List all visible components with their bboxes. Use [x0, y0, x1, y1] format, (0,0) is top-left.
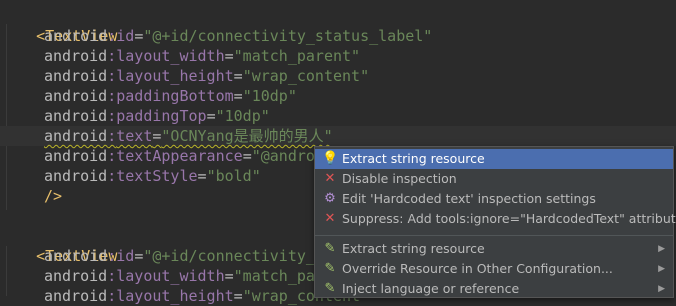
attr-colon: :	[107, 247, 117, 265]
submenu-arrow-icon: ▶	[658, 244, 665, 254]
gear-icon: ⚙	[324, 191, 336, 206]
pencil-icon: ✎	[324, 281, 336, 296]
attr-namespace: android	[44, 47, 108, 65]
attr-colon: :	[107, 287, 117, 305]
attr-colon: :	[107, 127, 117, 145]
code-line: android:paddingTop="10dp"	[0, 106, 676, 126]
attr-value: "10dp"	[215, 107, 270, 125]
menu-item-label: Extract string resource	[342, 241, 485, 256]
attr-equals: =	[206, 107, 216, 125]
code-line-current: android:text="OCNYang是最帅的男人"	[0, 126, 676, 146]
pencil-icon: ✎	[324, 241, 336, 256]
self-close-tag: />	[44, 187, 63, 205]
attr-name: paddingBottom	[116, 87, 234, 105]
menu-item-label: Override Resource in Other Configuration…	[342, 261, 613, 276]
attr-namespace: android	[44, 87, 108, 105]
menu-item-inject-language[interactable]: ✎ Inject language or reference ▶	[315, 279, 673, 299]
lightbulb-icon: 💡	[322, 151, 339, 166]
code-line: android:id="@+id/connectivity_status_lab…	[0, 26, 676, 46]
pencil-icon: ✎	[324, 261, 336, 276]
attr-namespace: android	[44, 247, 108, 265]
attr-equals: =	[242, 147, 252, 165]
attr-name: layout_width	[116, 267, 225, 285]
attr-equals: =	[224, 267, 234, 285]
attr-name: layout_width	[116, 47, 225, 65]
menu-item-edit-inspection-settings[interactable]: ⚙ Edit 'Hardcoded text' inspection setti…	[315, 189, 673, 209]
menu-item-label: Edit 'Hardcoded text' inspection setting…	[342, 191, 596, 206]
code-line: android:paddingBottom="10dp"	[0, 86, 676, 106]
attr-colon: :	[107, 147, 117, 165]
attr-colon: :	[107, 107, 117, 125]
attr-colon: :	[107, 67, 117, 85]
submenu-arrow-icon: ▶	[658, 284, 665, 294]
submenu-arrow-icon: ▶	[658, 264, 665, 274]
menu-item-label: Disable inspection	[342, 171, 457, 186]
attr-name: paddingTop	[116, 107, 207, 125]
attr-colon: :	[107, 87, 117, 105]
intention-actions-popup: 💡 Extract string resource ✕ Disable insp…	[314, 146, 676, 299]
attr-name: text	[116, 127, 153, 145]
menu-item-disable-inspection[interactable]: ✕ Disable inspection	[315, 169, 673, 189]
attr-value: "wrap_content"	[242, 67, 370, 85]
menu-item-extract-string-resource[interactable]: 💡 Extract string resource	[315, 149, 673, 169]
attr-equals: =	[233, 287, 243, 305]
attr-equals: =	[197, 167, 207, 185]
attr-namespace: android	[44, 287, 108, 305]
attr-namespace: android	[44, 107, 108, 125]
attr-namespace: android	[44, 147, 108, 165]
menu-item-extract-string-resource-sub[interactable]: ✎ Extract string resource ▶	[315, 239, 673, 259]
menu-item-label: Suppress: Add tools:ignore="HardcodedTex…	[342, 211, 676, 226]
attr-value: "match_parent"	[233, 47, 361, 65]
attr-equals: =	[134, 247, 144, 265]
attr-value: "@+id/connectivity_status_label"	[143, 27, 433, 45]
menu-item-override-resource[interactable]: ✎ Override Resource in Other Configurati…	[315, 259, 673, 279]
menu-item-label: Inject language or reference	[342, 281, 520, 296]
attr-colon: :	[107, 167, 117, 185]
red-x-icon: ✕	[324, 211, 336, 226]
attr-name: id	[116, 27, 135, 45]
menu-item-label: Extract string resource	[342, 151, 485, 166]
attr-equals: =	[233, 87, 243, 105]
attr-colon: :	[107, 27, 117, 45]
attr-value: "bold"	[206, 167, 261, 185]
code-line: android:layout_height="wrap_content"	[0, 66, 676, 86]
attr-namespace: android	[44, 267, 108, 285]
attr-name: layout_height	[116, 67, 234, 85]
code-line: <TextView	[0, 6, 676, 45]
attr-name: id	[116, 247, 135, 265]
attr-value: "10dp"	[242, 87, 297, 105]
red-x-icon: ✕	[324, 171, 336, 186]
menu-separator	[315, 235, 673, 236]
attr-equals: =	[233, 67, 243, 85]
attr-colon: :	[107, 47, 117, 65]
attr-namespace: android	[44, 27, 108, 45]
hardcoded-text-value: "OCNYang是最帅的男人"	[161, 127, 333, 145]
menu-item-suppress-hardcoded-text[interactable]: ✕ Suppress: Add tools:ignore="HardcodedT…	[315, 209, 676, 229]
attr-namespace: android	[44, 167, 108, 185]
code-line: android:layout_width="match_parent"	[0, 46, 676, 66]
attr-name: layout_height	[116, 287, 234, 305]
attr-equals: =	[224, 47, 234, 65]
attr-namespace: android	[44, 127, 108, 145]
attr-colon: :	[107, 267, 117, 285]
attr-equals: =	[134, 27, 144, 45]
attr-namespace: android	[44, 67, 108, 85]
attr-name: textStyle	[116, 167, 198, 185]
attr-name: textAppearance	[116, 147, 243, 165]
